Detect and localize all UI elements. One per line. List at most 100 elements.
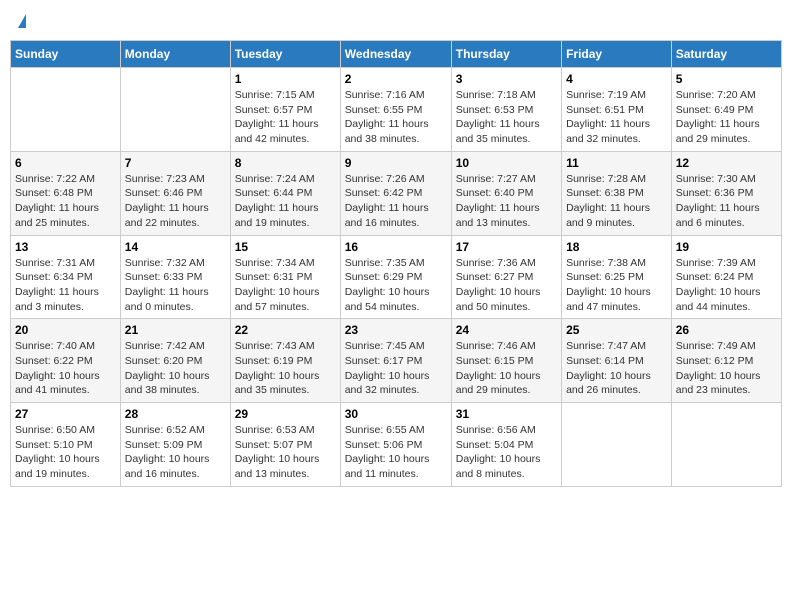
day-detail: Sunrise: 7:26 AMSunset: 6:42 PMDaylight:… <box>345 172 447 231</box>
calendar-cell: 26 Sunrise: 7:49 AMSunset: 6:12 PMDayligh… <box>671 319 781 403</box>
page-header <box>10 10 782 32</box>
day-number: 16 <box>345 240 447 254</box>
day-number: 20 <box>15 323 116 337</box>
day-number: 9 <box>345 156 447 170</box>
day-number: 18 <box>566 240 667 254</box>
calendar-cell: 3 Sunrise: 7:18 AMSunset: 6:53 PMDaylight… <box>451 68 561 152</box>
calendar-cell: 23 Sunrise: 7:45 AMSunset: 6:17 PMDayligh… <box>340 319 451 403</box>
calendar-header-row: SundayMondayTuesdayWednesdayThursdayFrid… <box>11 41 782 68</box>
calendar-cell <box>120 68 230 152</box>
calendar-cell: 16 Sunrise: 7:35 AMSunset: 6:29 PMDayligh… <box>340 235 451 319</box>
day-detail: Sunrise: 7:20 AMSunset: 6:49 PMDaylight:… <box>676 88 777 147</box>
calendar-cell <box>562 403 672 487</box>
logo-icon <box>18 14 26 28</box>
calendar-cell: 31 Sunrise: 6:56 AMSunset: 5:04 PMDayligh… <box>451 403 561 487</box>
calendar-table: SundayMondayTuesdayWednesdayThursdayFrid… <box>10 40 782 487</box>
day-detail: Sunrise: 6:52 AMSunset: 5:09 PMDaylight:… <box>125 423 226 482</box>
calendar-cell: 28 Sunrise: 6:52 AMSunset: 5:09 PMDayligh… <box>120 403 230 487</box>
calendar-header-sunday: Sunday <box>11 41 121 68</box>
calendar-cell: 6 Sunrise: 7:22 AMSunset: 6:48 PMDaylight… <box>11 151 121 235</box>
day-number: 31 <box>456 407 557 421</box>
calendar-header-wednesday: Wednesday <box>340 41 451 68</box>
day-number: 3 <box>456 72 557 86</box>
calendar-week-row: 27Sunrise: 6:50 AMSunset: 5:10 PMDayligh… <box>11 403 782 487</box>
day-number: 24 <box>456 323 557 337</box>
calendar-cell: 19 Sunrise: 7:39 AMSunset: 6:24 PMDayligh… <box>671 235 781 319</box>
day-detail: Sunrise: 7:36 AMSunset: 6:27 PMDaylight:… <box>456 256 557 315</box>
calendar-cell: 25Sunrise: 7:47 AMSunset: 6:14 PMDayligh… <box>562 319 672 403</box>
day-number: 13 <box>15 240 116 254</box>
calendar-cell: 14 Sunrise: 7:32 AMSunset: 6:33 PMDayligh… <box>120 235 230 319</box>
day-detail: Sunrise: 7:43 AMSunset: 6:19 PMDaylight:… <box>235 339 336 398</box>
calendar-cell: 29 Sunrise: 6:53 AMSunset: 5:07 PMDayligh… <box>230 403 340 487</box>
calendar-cell: 18 Sunrise: 7:38 AMSunset: 6:25 PMDayligh… <box>562 235 672 319</box>
day-detail: Sunrise: 7:28 AMSunset: 6:38 PMDaylight:… <box>566 172 667 231</box>
day-number: 4 <box>566 72 667 86</box>
day-number: 1 <box>235 72 336 86</box>
day-detail: Sunrise: 7:40 AMSunset: 6:22 PMDaylight:… <box>15 339 116 398</box>
day-number: 17 <box>456 240 557 254</box>
day-number: 30 <box>345 407 447 421</box>
calendar-cell: 2Sunrise: 7:16 AMSunset: 6:55 PMDaylight… <box>340 68 451 152</box>
day-detail: Sunrise: 7:18 AMSunset: 6:53 PMDaylight:… <box>456 88 557 147</box>
day-detail: Sunrise: 7:30 AMSunset: 6:36 PMDaylight:… <box>676 172 777 231</box>
calendar-header-friday: Friday <box>562 41 672 68</box>
day-number: 12 <box>676 156 777 170</box>
calendar-week-row: 1Sunrise: 7:15 AMSunset: 6:57 PMDaylight… <box>11 68 782 152</box>
day-number: 29 <box>235 407 336 421</box>
day-detail: Sunrise: 7:34 AMSunset: 6:31 PMDaylight:… <box>235 256 336 315</box>
day-detail: Sunrise: 7:39 AMSunset: 6:24 PMDaylight:… <box>676 256 777 315</box>
day-number: 28 <box>125 407 226 421</box>
day-detail: Sunrise: 7:45 AMSunset: 6:17 PMDaylight:… <box>345 339 447 398</box>
calendar-cell: 30Sunrise: 6:55 AMSunset: 5:06 PMDayligh… <box>340 403 451 487</box>
day-number: 6 <box>15 156 116 170</box>
calendar-cell: 5 Sunrise: 7:20 AMSunset: 6:49 PMDaylight… <box>671 68 781 152</box>
calendar-cell: 10 Sunrise: 7:27 AMSunset: 6:40 PMDayligh… <box>451 151 561 235</box>
calendar-cell: 17 Sunrise: 7:36 AMSunset: 6:27 PMDayligh… <box>451 235 561 319</box>
calendar-week-row: 13 Sunrise: 7:31 AMSunset: 6:34 PMDayligh… <box>11 235 782 319</box>
calendar-cell: 22 Sunrise: 7:43 AMSunset: 6:19 PMDayligh… <box>230 319 340 403</box>
day-number: 15 <box>235 240 336 254</box>
day-detail: Sunrise: 6:56 AMSunset: 5:04 PMDaylight:… <box>456 423 557 482</box>
calendar-cell: 20 Sunrise: 7:40 AMSunset: 6:22 PMDayligh… <box>11 319 121 403</box>
day-number: 27 <box>15 407 116 421</box>
day-number: 14 <box>125 240 226 254</box>
calendar-cell: 24 Sunrise: 7:46 AMSunset: 6:15 PMDayligh… <box>451 319 561 403</box>
day-number: 8 <box>235 156 336 170</box>
day-detail: Sunrise: 7:49 AMSunset: 6:12 PMDaylight:… <box>676 339 777 398</box>
day-number: 5 <box>676 72 777 86</box>
calendar-cell <box>671 403 781 487</box>
day-number: 26 <box>676 323 777 337</box>
logo <box>16 14 26 28</box>
calendar-cell: 27Sunrise: 6:50 AMSunset: 5:10 PMDayligh… <box>11 403 121 487</box>
calendar-header-saturday: Saturday <box>671 41 781 68</box>
day-detail: Sunrise: 7:27 AMSunset: 6:40 PMDaylight:… <box>456 172 557 231</box>
calendar-cell: 9 Sunrise: 7:26 AMSunset: 6:42 PMDaylight… <box>340 151 451 235</box>
day-number: 22 <box>235 323 336 337</box>
day-number: 2 <box>345 72 447 86</box>
calendar-week-row: 6 Sunrise: 7:22 AMSunset: 6:48 PMDaylight… <box>11 151 782 235</box>
day-detail: Sunrise: 7:35 AMSunset: 6:29 PMDaylight:… <box>345 256 447 315</box>
day-number: 23 <box>345 323 447 337</box>
day-number: 11 <box>566 156 667 170</box>
calendar-cell: 4 Sunrise: 7:19 AMSunset: 6:51 PMDaylight… <box>562 68 672 152</box>
day-number: 7 <box>125 156 226 170</box>
day-detail: Sunrise: 7:46 AMSunset: 6:15 PMDaylight:… <box>456 339 557 398</box>
day-detail: Sunrise: 7:31 AMSunset: 6:34 PMDaylight:… <box>15 256 116 315</box>
day-number: 10 <box>456 156 557 170</box>
day-detail: Sunrise: 6:53 AMSunset: 5:07 PMDaylight:… <box>235 423 336 482</box>
day-number: 19 <box>676 240 777 254</box>
calendar-cell: 11 Sunrise: 7:28 AMSunset: 6:38 PMDayligh… <box>562 151 672 235</box>
calendar-cell: 8 Sunrise: 7:24 AMSunset: 6:44 PMDaylight… <box>230 151 340 235</box>
day-detail: Sunrise: 7:24 AMSunset: 6:44 PMDaylight:… <box>235 172 336 231</box>
calendar-header-thursday: Thursday <box>451 41 561 68</box>
day-detail: Sunrise: 7:42 AMSunset: 6:20 PMDaylight:… <box>125 339 226 398</box>
day-detail: Sunrise: 7:23 AMSunset: 6:46 PMDaylight:… <box>125 172 226 231</box>
calendar-cell: 7 Sunrise: 7:23 AMSunset: 6:46 PMDaylight… <box>120 151 230 235</box>
day-detail: Sunrise: 7:19 AMSunset: 6:51 PMDaylight:… <box>566 88 667 147</box>
calendar-cell: 13 Sunrise: 7:31 AMSunset: 6:34 PMDayligh… <box>11 235 121 319</box>
day-number: 21 <box>125 323 226 337</box>
day-detail: Sunrise: 7:22 AMSunset: 6:48 PMDaylight:… <box>15 172 116 231</box>
day-detail: Sunrise: 7:38 AMSunset: 6:25 PMDaylight:… <box>566 256 667 315</box>
day-detail: Sunrise: 7:32 AMSunset: 6:33 PMDaylight:… <box>125 256 226 315</box>
